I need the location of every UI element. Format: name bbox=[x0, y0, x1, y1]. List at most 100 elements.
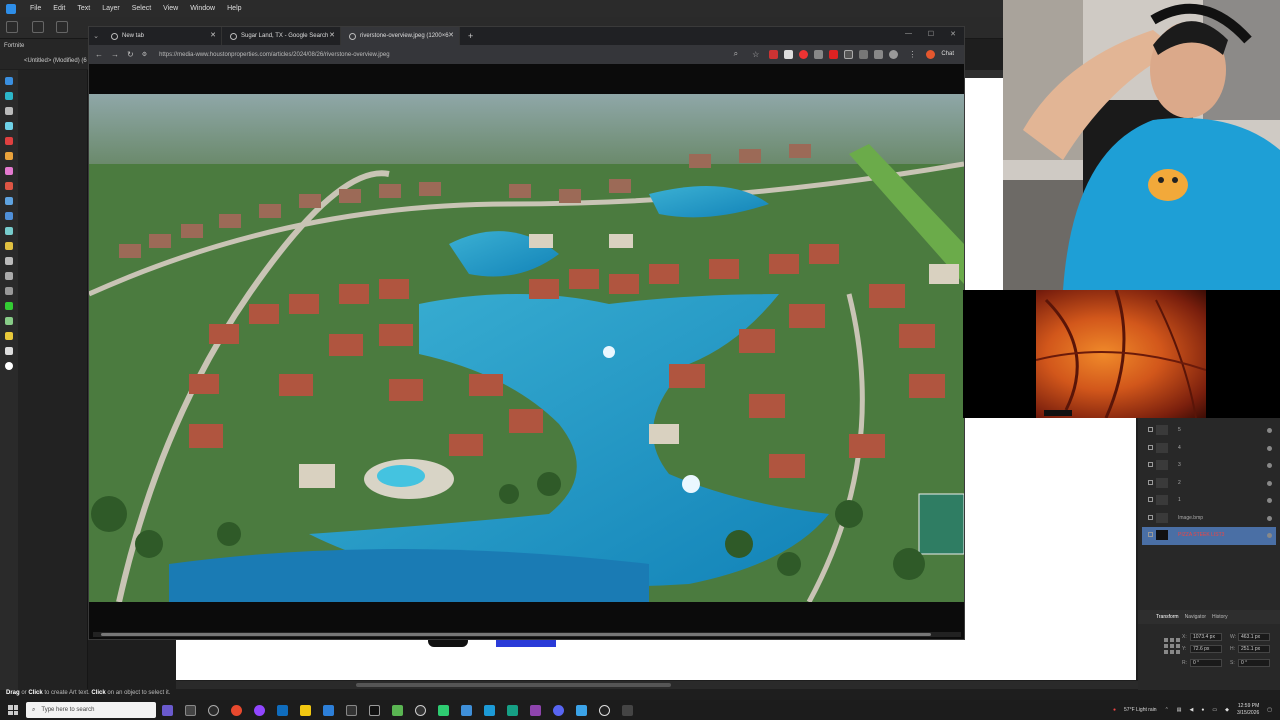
pointer-tool-icon[interactable] bbox=[5, 107, 13, 115]
taskbar-app-icon[interactable] bbox=[438, 704, 449, 716]
lock-icon[interactable] bbox=[1148, 532, 1153, 537]
taskbar-app-icon[interactable] bbox=[599, 704, 610, 716]
taskbar-app-icon[interactable] bbox=[369, 704, 380, 716]
close-icon[interactable]: ✕ bbox=[448, 31, 454, 39]
font-field[interactable]: Fortnite bbox=[4, 43, 24, 49]
taskbar-app-icon[interactable] bbox=[622, 704, 633, 716]
maximize-icon[interactable]: ☐ bbox=[928, 30, 934, 38]
visibility-icon[interactable] bbox=[1267, 445, 1272, 451]
weather-text[interactable]: 57°F Light rain bbox=[1124, 707, 1157, 713]
volume-icon[interactable]: ◀ bbox=[1190, 707, 1194, 713]
layer-row[interactable]: 3 bbox=[1142, 457, 1276, 475]
text-tool-icon[interactable] bbox=[5, 302, 13, 310]
pen-tool-icon[interactable] bbox=[5, 137, 13, 145]
windows-start-icon[interactable] bbox=[8, 705, 18, 715]
clock[interactable]: 12:59 PM 3/15/2026 bbox=[1237, 703, 1259, 717]
height-field[interactable]: 251.1 px bbox=[1238, 645, 1270, 653]
shear-field[interactable]: 0 ° bbox=[1238, 659, 1270, 667]
url-field[interactable]: https://media-www.houstonproperties.com/… bbox=[159, 52, 389, 58]
layer-row-selected[interactable]: PIZZA STEEK LIST3 bbox=[1142, 527, 1276, 545]
menu-file[interactable]: File bbox=[24, 5, 47, 12]
visibility-icon[interactable] bbox=[1267, 463, 1272, 468]
close-icon[interactable]: ✕ bbox=[210, 31, 216, 39]
bookmark-star-icon[interactable]: ☆ bbox=[752, 50, 759, 59]
extension-icon[interactable] bbox=[784, 49, 794, 59]
crop-tool-icon[interactable] bbox=[5, 242, 13, 250]
taskbar-app-icon[interactable] bbox=[507, 704, 518, 716]
lock-icon[interactable] bbox=[1148, 444, 1153, 450]
move-tool-icon[interactable] bbox=[5, 77, 13, 85]
table-tool-icon[interactable] bbox=[5, 332, 13, 340]
shape-tool-icon[interactable] bbox=[5, 287, 13, 295]
taskbar-app-icon[interactable] bbox=[346, 704, 357, 716]
puzzle-icon[interactable] bbox=[874, 49, 884, 59]
eyedropper-tool-icon[interactable] bbox=[5, 227, 13, 235]
taskbar-search[interactable]: ⌕ Type here to search bbox=[26, 702, 156, 718]
frame-text-tool-icon[interactable] bbox=[5, 317, 13, 325]
tab-navigator[interactable]: Navigator bbox=[1185, 614, 1206, 620]
color-swatch-icon[interactable] bbox=[5, 362, 13, 370]
persona-pixel-icon[interactable] bbox=[32, 21, 44, 33]
chrome-icon[interactable] bbox=[231, 704, 242, 716]
visibility-icon[interactable] bbox=[1267, 480, 1272, 486]
ellipse-tool-icon[interactable] bbox=[5, 272, 13, 280]
scrollbar-thumb[interactable] bbox=[356, 683, 671, 687]
anchor-point-grid[interactable] bbox=[1164, 638, 1180, 654]
taskbar-app-icon[interactable] bbox=[576, 704, 587, 716]
node-tool-icon[interactable] bbox=[5, 92, 13, 100]
menu-edit[interactable]: Edit bbox=[47, 5, 71, 12]
zoom-icon[interactable]: ⌕ bbox=[734, 49, 738, 59]
scrollbar-thumb[interactable] bbox=[101, 633, 931, 636]
rectangle-tool-icon[interactable] bbox=[5, 257, 13, 265]
extension-icon[interactable] bbox=[859, 49, 869, 59]
close-icon[interactable]: ✕ bbox=[329, 31, 335, 39]
chat-button[interactable]: Chat bbox=[941, 51, 954, 57]
menu-window[interactable]: Window bbox=[184, 5, 221, 12]
menu-text[interactable]: Text bbox=[71, 5, 96, 12]
visibility-icon[interactable] bbox=[1267, 498, 1272, 503]
lock-icon[interactable] bbox=[1148, 514, 1153, 520]
canvas-horizontal-scrollbar[interactable] bbox=[176, 681, 1138, 689]
notifications-icon[interactable]: ▢ bbox=[1267, 707, 1272, 713]
tray-app-icon[interactable]: ◆ bbox=[1225, 707, 1229, 713]
tray-chevron-icon[interactable]: ⌃ bbox=[1165, 707, 1169, 713]
zoom-tool-icon[interactable] bbox=[5, 347, 13, 355]
layer-row[interactable]: 5 bbox=[1142, 422, 1276, 440]
rotation-field[interactable]: 0 ° bbox=[1190, 659, 1222, 667]
battery-icon[interactable]: ▭ bbox=[1212, 707, 1217, 713]
tab-transform[interactable]: Transform bbox=[1156, 614, 1179, 620]
reload-icon[interactable]: ↻ bbox=[127, 50, 134, 59]
brush-tool-icon[interactable] bbox=[5, 167, 13, 175]
network-icon[interactable]: ▤ bbox=[1177, 707, 1182, 713]
profile-avatar[interactable] bbox=[889, 49, 899, 59]
taskbar-app-icon[interactable] bbox=[208, 704, 219, 716]
layer-row[interactable]: 2 bbox=[1142, 475, 1276, 493]
store-icon[interactable] bbox=[323, 704, 334, 716]
twitch-icon[interactable] bbox=[254, 704, 265, 716]
width-field[interactable]: 463.1 px bbox=[1238, 633, 1270, 641]
lock-icon[interactable] bbox=[1148, 462, 1153, 467]
layer-row[interactable]: Image.bmp bbox=[1142, 510, 1276, 528]
extension-icon[interactable] bbox=[829, 49, 839, 59]
taskbar-app-icon[interactable] bbox=[392, 704, 403, 716]
page-horizontal-scrollbar[interactable] bbox=[93, 632, 961, 637]
window-close-icon[interactable]: ✕ bbox=[950, 30, 956, 38]
affinity-logo-icon[interactable] bbox=[6, 3, 16, 14]
visibility-icon[interactable] bbox=[1267, 515, 1272, 521]
back-icon[interactable]: ← bbox=[95, 50, 103, 59]
mic-icon[interactable]: ● bbox=[1201, 707, 1204, 713]
lock-icon[interactable] bbox=[1148, 479, 1153, 485]
layer-row[interactable]: 4 bbox=[1142, 440, 1276, 458]
minimize-icon[interactable]: — bbox=[905, 30, 912, 37]
browser-tab[interactable]: New tab ✕ bbox=[103, 27, 222, 45]
aerial-neighborhood-image[interactable] bbox=[89, 94, 964, 602]
discord-icon[interactable] bbox=[553, 704, 564, 716]
visibility-icon[interactable] bbox=[1267, 533, 1272, 538]
taskbar-app-icon[interactable] bbox=[461, 704, 472, 716]
persona-designer-icon[interactable] bbox=[6, 21, 18, 33]
visibility-icon[interactable] bbox=[1267, 428, 1272, 433]
corner-tool-icon[interactable] bbox=[5, 122, 13, 130]
fill-tool-icon[interactable] bbox=[5, 182, 13, 190]
menu-help[interactable]: Help bbox=[221, 5, 247, 12]
extension-icon[interactable] bbox=[814, 49, 824, 59]
